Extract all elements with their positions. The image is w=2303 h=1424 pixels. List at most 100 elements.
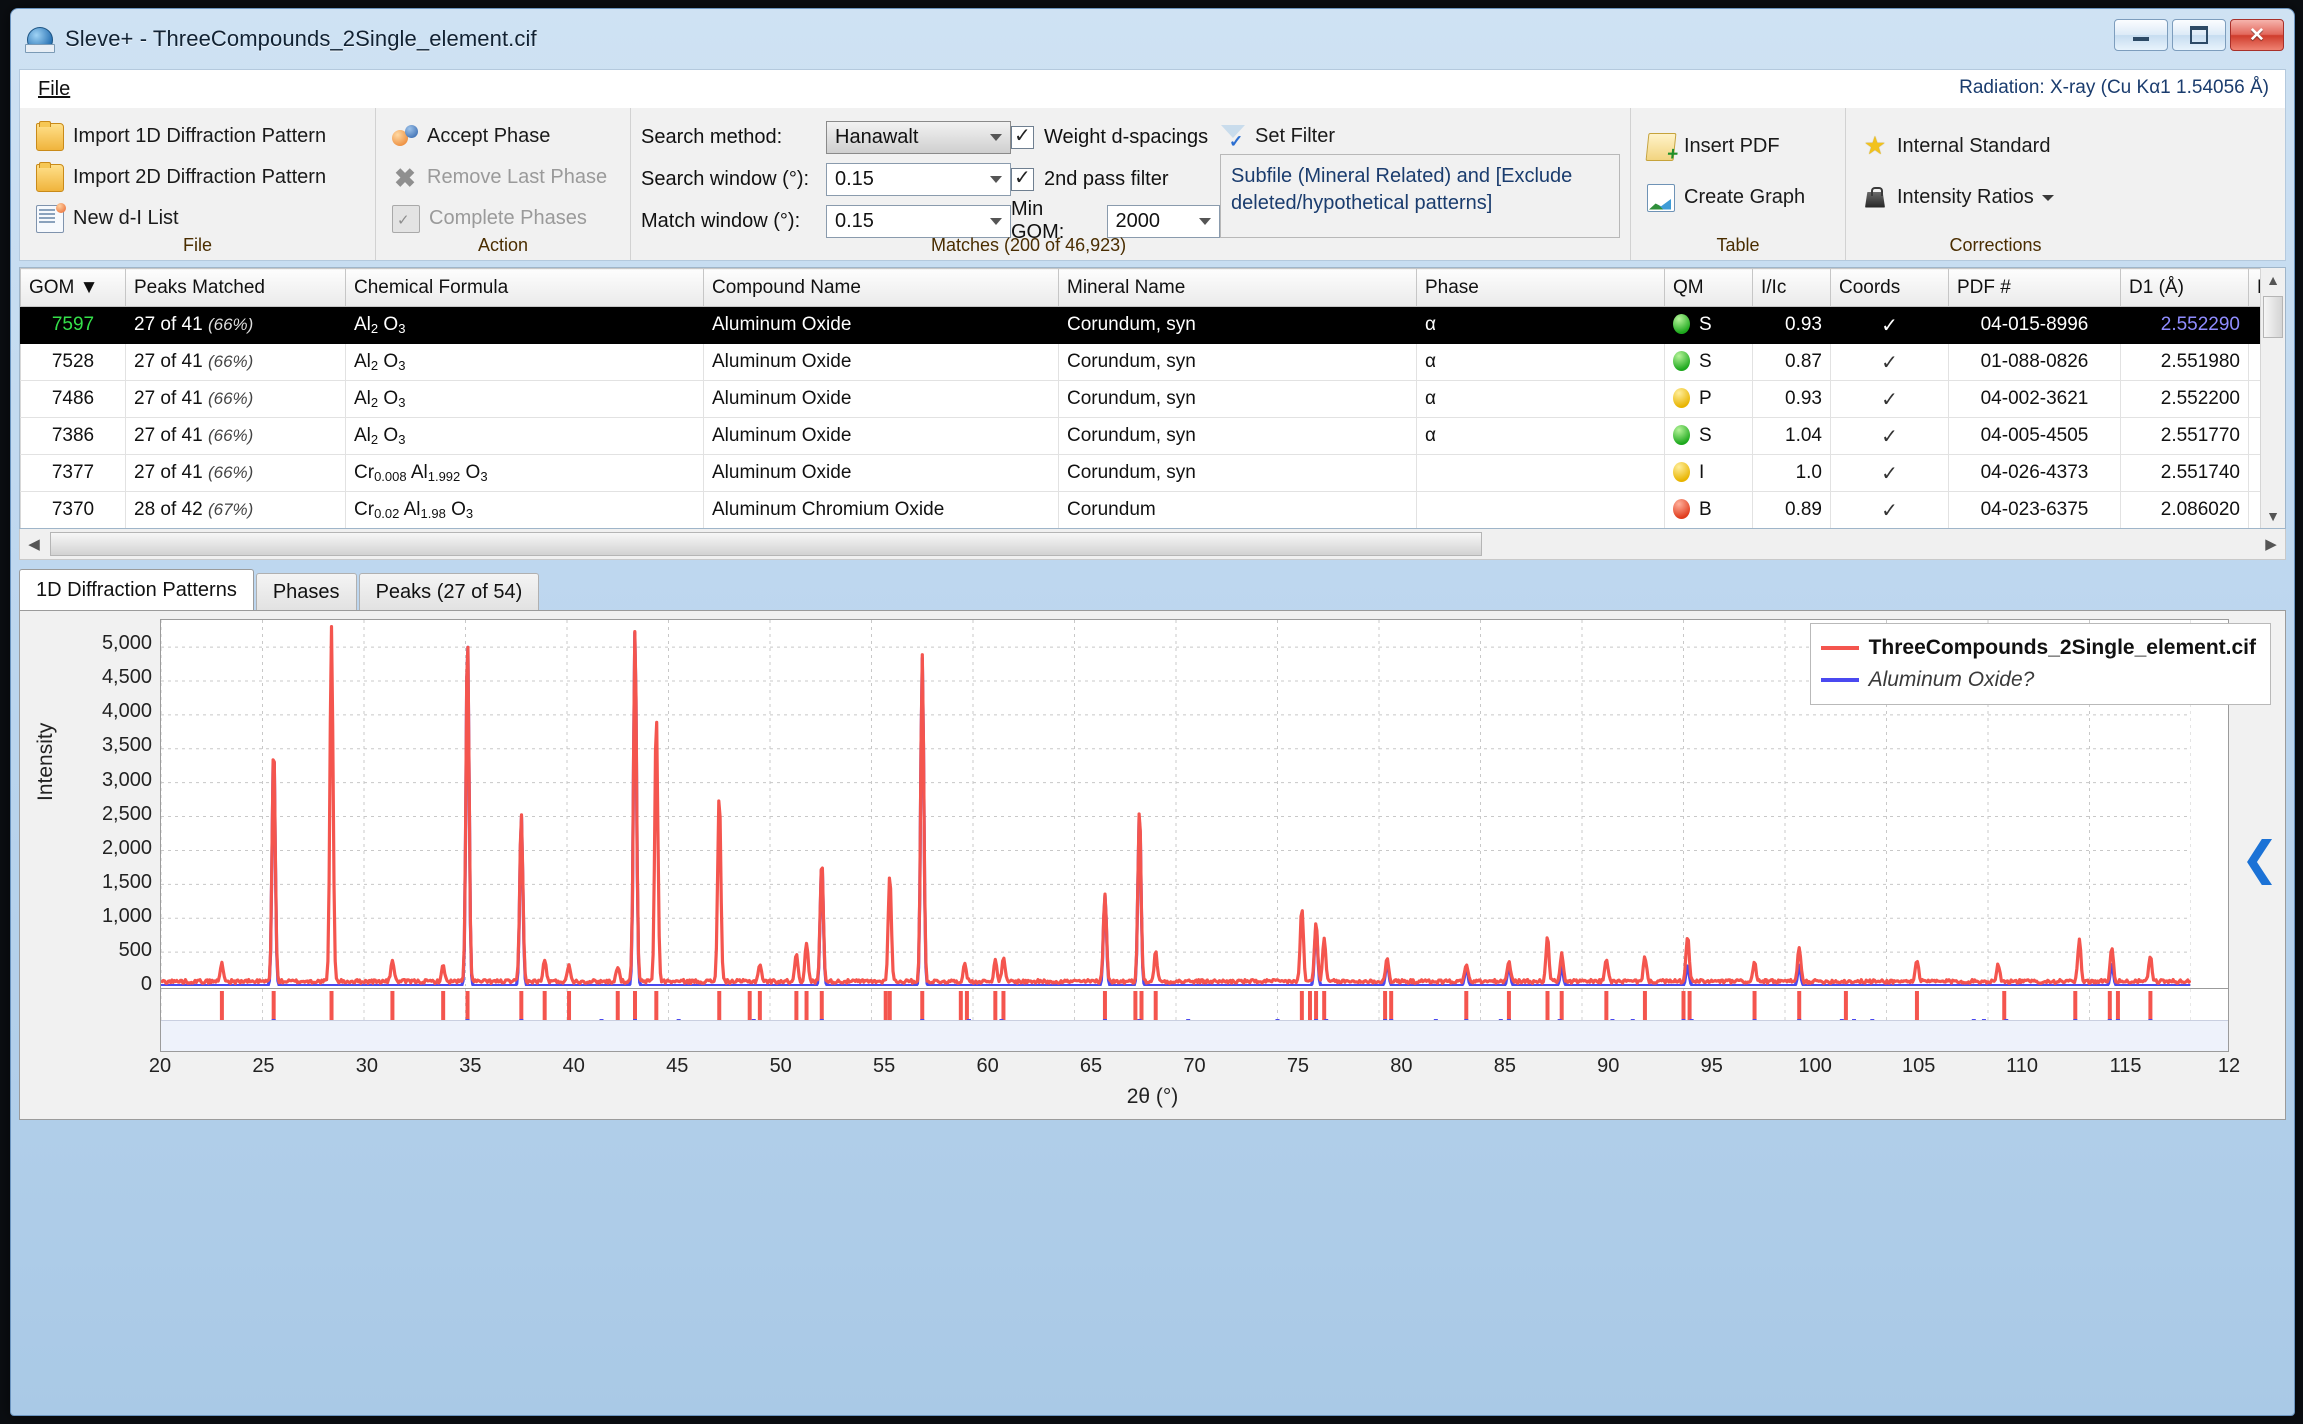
x-tick-label: 75 <box>1286 1055 1310 1077</box>
x-tick-label: 60 <box>976 1055 999 1077</box>
cell-compound-name: Aluminum Oxide <box>703 454 1059 492</box>
table-row[interactable]: 7377 27 of 41 (66%) Cr0.008 Al1.992 O3 Alum… <box>20 454 2285 492</box>
collapse-panel-button[interactable]: ❮ <box>2240 835 2279 881</box>
minimize-button[interactable] <box>2114 19 2168 51</box>
quality-mark-dot <box>1673 499 1690 519</box>
hscroll-thumb[interactable] <box>50 532 1482 556</box>
legend-entry-measured: ThreeCompounds_2Single_element.cif <box>1820 632 2256 664</box>
scroll-thumb[interactable] <box>2263 296 2283 338</box>
menu-file[interactable]: File <box>38 78 70 101</box>
col-header-qm[interactable]: QM <box>1664 268 1753 307</box>
col-header-coords[interactable]: Coords <box>1830 268 1949 307</box>
col-header-d1[interactable]: D1 (Å) <box>2120 268 2249 307</box>
cell-iic: 0.93 <box>1752 380 1831 418</box>
intensity-ratios-button[interactable]: Intensity Ratios <box>1856 177 2135 218</box>
app-icon <box>25 24 55 54</box>
intensity-ratios-label: Intensity Ratios <box>1897 186 2034 208</box>
cell-chemical-formula: Cr0.02 Al1.98 O3 <box>345 491 704 528</box>
import-1d-pattern-button[interactable]: Import 1D Diffraction Pattern <box>30 116 365 157</box>
cell-chemical-formula: Al2 O3 <box>345 306 704 344</box>
scroll-up-icon[interactable]: ▲ <box>2261 268 2285 292</box>
cell-gom: 7386 <box>20 417 126 455</box>
tab-peaks[interactable]: Peaks (27 of 54) <box>358 573 540 610</box>
x-tick-label: 35 <box>459 1055 482 1077</box>
cell-gom: 7528 <box>20 343 126 381</box>
accept-phase-label: Accept Phase <box>427 125 551 147</box>
insert-pdf-icon <box>1645 132 1677 161</box>
table-horizontal-scrollbar[interactable]: ◀ ▶ <box>19 529 2286 560</box>
search-method-label: Search method: <box>641 125 783 148</box>
table-row[interactable]: 7486 27 of 41 (66%) Al2 O3 Aluminum Oxide Co… <box>20 380 2285 418</box>
col-header-mineral-name[interactable]: Mineral Name <box>1058 268 1417 307</box>
col-header-compound-name[interactable]: Compound Name <box>703 268 1059 307</box>
col-header-peaks-matched[interactable]: Peaks Matched <box>125 268 346 307</box>
cell-pdf-number: 04-002-3621 <box>1948 380 2121 418</box>
legend-entry-reference: Aluminum Oxide? <box>1820 664 2256 696</box>
ribbon-group-table: Insert PDF Create Graph Table <box>1630 108 1845 260</box>
new-di-list-button[interactable]: New d-I List <box>30 198 365 239</box>
cell-pdf-number: 04-005-4505 <box>1948 417 2121 455</box>
tab-phases[interactable]: Phases <box>255 573 357 610</box>
match-window-select[interactable]: 0.15 <box>826 204 1011 238</box>
set-filter-button[interactable]: Set Filter <box>1220 118 1620 154</box>
cell-chemical-formula: Al2 O3 <box>345 343 704 381</box>
table-row[interactable]: 7528 27 of 41 (66%) Al2 O3 Aluminum Oxide Co… <box>20 343 2285 381</box>
chart-peak-tick-strip <box>160 989 2229 1052</box>
legend-label-reference: Aluminum Oxide? <box>1868 668 2035 691</box>
table-row[interactable]: 7370 28 of 42 (67%) Cr0.02 Al1.98 O3 Alumin… <box>20 491 2285 528</box>
cell-pdf-number: 04-023-6375 <box>1948 491 2121 528</box>
cell-phase <box>1416 454 1665 492</box>
search-method-select[interactable]: Hanawalt <box>826 120 1011 154</box>
close-button[interactable]: ✕ <box>2230 19 2284 51</box>
funnel-icon <box>1220 123 1246 152</box>
accept-phase-button[interactable]: Accept Phase <box>386 116 620 157</box>
checked-document-icon <box>392 204 420 233</box>
x-tick-label: 30 <box>355 1055 379 1077</box>
results-table: GOM ▼ Peaks Matched Chemical Formula Com… <box>20 268 2285 528</box>
cell-peaks-matched: 27 of 41 (66%) <box>125 343 346 381</box>
scroll-left-icon[interactable]: ◀ <box>20 535 48 553</box>
cell-coords: ✓ <box>1830 491 1949 528</box>
quality-mark-dot <box>1673 351 1690 371</box>
cell-iic: 1.04 <box>1752 417 1831 455</box>
checkbox-icon <box>1011 123 1034 149</box>
complete-phases-label: Complete Phases <box>429 207 587 229</box>
search-method-value: Hanawalt <box>835 125 919 148</box>
tab-1d-diffraction-patterns[interactable]: 1D Diffraction Patterns <box>19 569 254 610</box>
col-header-iic[interactable]: I/Ic <box>1752 268 1831 307</box>
quality-mark-dot <box>1673 425 1690 445</box>
cell-chemical-formula: Cr0.008 Al1.992 O3 <box>345 454 704 492</box>
create-graph-button[interactable]: Create Graph <box>1641 177 1835 218</box>
weight-dspacings-checkbox[interactable]: Weight d-spacings <box>1011 116 1220 158</box>
insert-pdf-button[interactable]: Insert PDF <box>1641 126 1835 167</box>
hscroll-track[interactable] <box>48 529 2257 559</box>
cell-iic: 0.89 <box>1752 491 1831 528</box>
y-tick-label: 1,000 <box>101 904 152 927</box>
search-window-select[interactable]: 0.15 <box>826 162 1011 196</box>
col-header-gom[interactable]: GOM ▼ <box>20 268 126 307</box>
cell-d1: 2.551740 <box>2120 454 2249 492</box>
scroll-down-icon[interactable]: ▼ <box>2261 504 2285 528</box>
internal-standard-button[interactable]: ★ Internal Standard <box>1856 126 2135 167</box>
import-2d-pattern-button[interactable]: Import 2D Diffraction Pattern <box>30 157 365 198</box>
new-document-icon <box>36 202 66 233</box>
chevron-down-icon[interactable] <box>2041 194 2054 201</box>
matches-count: Matches (200 of 46,923) <box>931 235 1127 255</box>
table-body: 7597 27 of 41 (66%) Al2 O3 Aluminum Oxide Co… <box>20 306 2285 528</box>
cell-pdf-number: 04-026-4373 <box>1948 454 2121 492</box>
col-header-pdf[interactable]: PDF # <box>1948 268 2121 307</box>
second-pass-filter-checkbox[interactable]: 2nd pass filter <box>1011 158 1220 200</box>
diffraction-chart-panel: Intensity 0 500 1,000 1,500 2,000 2,500 3,000 3… <box>19 610 2286 1120</box>
x-tick-label: 65 <box>1079 1055 1103 1077</box>
legend-label-measured: ThreeCompounds_2Single_element.cif <box>1868 636 2256 659</box>
min-gom-select[interactable]: 2000 <box>1106 204 1220 238</box>
col-header-chemical-formula[interactable]: Chemical Formula <box>345 268 704 307</box>
cell-compound-name: Aluminum Oxide <box>703 343 1059 381</box>
cell-qm: S <box>1664 417 1753 455</box>
table-row[interactable]: 7386 27 of 41 (66%) Al2 O3 Aluminum Oxide Co… <box>20 417 2285 455</box>
col-header-phase[interactable]: Phase <box>1416 268 1665 307</box>
scroll-right-icon[interactable]: ▶ <box>2257 535 2285 553</box>
maximize-button[interactable] <box>2172 19 2226 51</box>
table-vertical-scrollbar[interactable]: ▲ ▼ <box>2260 268 2285 528</box>
table-row[interactable]: 7597 27 of 41 (66%) Al2 O3 Aluminum Oxide Co… <box>20 306 2285 344</box>
